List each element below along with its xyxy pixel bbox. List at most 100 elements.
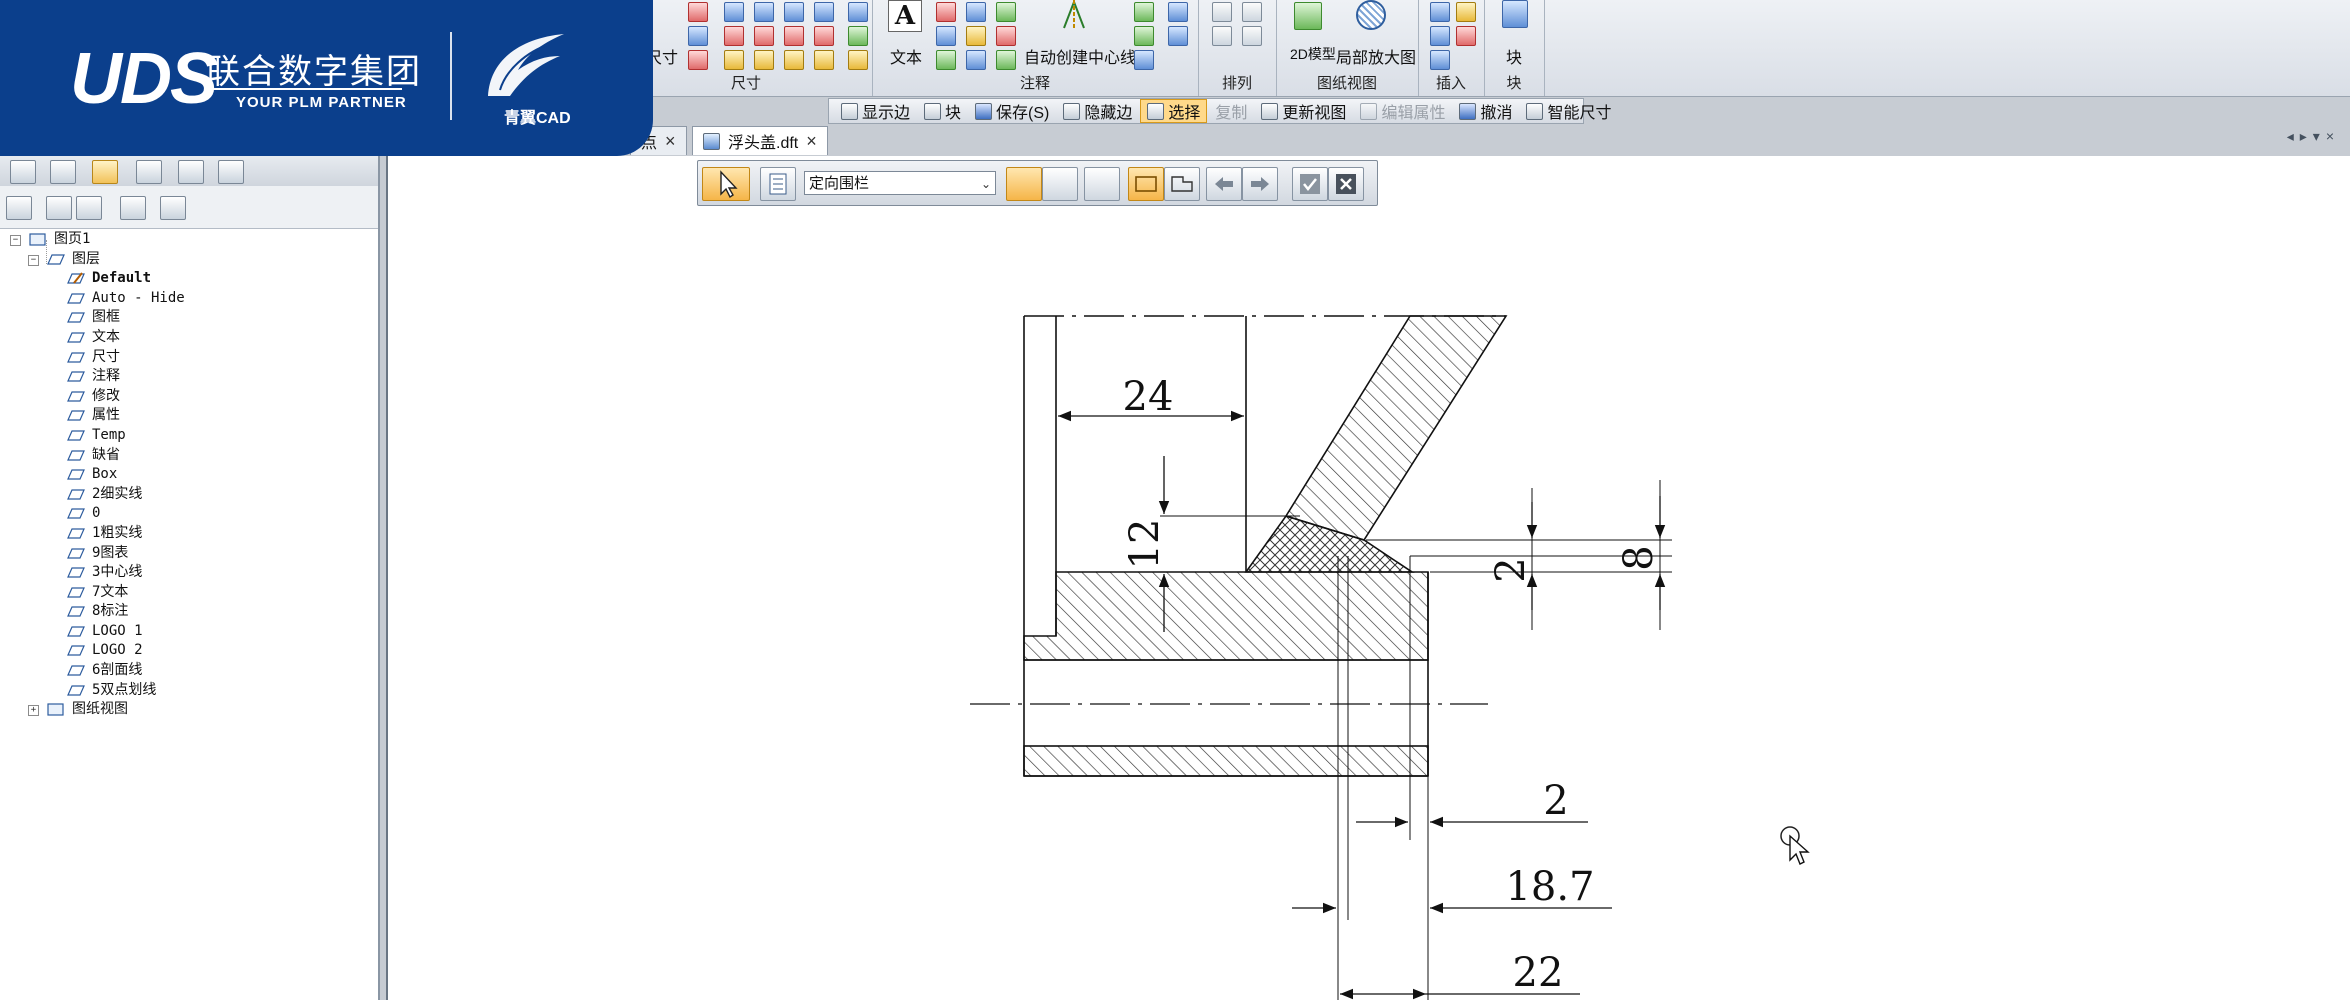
layer-icon — [67, 489, 85, 500]
select-options-button[interactable] — [760, 167, 796, 201]
layer-icon — [67, 430, 85, 441]
library-tab-icon[interactable] — [10, 160, 36, 184]
tree-item-layer[interactable]: 1粗实线 — [6, 524, 372, 544]
tree-item-label: 3中心线 — [92, 564, 143, 581]
logo-divider — [206, 88, 402, 90]
tree-item-label: 图层 — [72, 250, 100, 267]
diagonal-hatch-region[interactable] — [1284, 315, 1508, 541]
tree-item-layer[interactable]: 7文本 — [6, 583, 372, 603]
tree-item-layer[interactable]: 文本 — [6, 328, 372, 348]
tree-item-layer[interactable]: 8标注 — [6, 602, 372, 622]
tree-item-layer[interactable]: Temp — [6, 426, 372, 446]
expand-icon[interactable]: + — [28, 705, 39, 717]
fence-mode-dropdown[interactable]: 定向围栏 ⌄ — [804, 171, 996, 195]
tree-node-drawing-views[interactable]: + 图纸视图 — [6, 700, 372, 720]
tree-item-layer[interactable]: 注释 — [6, 367, 372, 387]
tree-node-sheet[interactable]: − 图页1 — [6, 230, 372, 250]
tree-item-label: 文本 — [92, 328, 120, 345]
layer-icon — [67, 567, 85, 578]
dimension-text[interactable]: 24 — [1123, 374, 1174, 420]
layer-filter-button[interactable] — [1042, 167, 1078, 201]
layer-icon — [67, 371, 85, 382]
close-icon — [1336, 174, 1356, 194]
brand-logo-banner: UDS 联合数字集团 YOUR PLM PARTNER 青翼CAD — [0, 0, 653, 156]
layer-icon — [67, 685, 85, 696]
collapse-icon[interactable]: − — [28, 254, 39, 266]
show-layer-icon[interactable] — [46, 196, 72, 220]
rectangle-fence-button[interactable] — [1128, 167, 1164, 201]
sheet-icon — [47, 703, 64, 716]
tree-item-label: 注释 — [92, 368, 120, 385]
layer-icon — [67, 508, 85, 519]
tree-item-label: Default — [92, 270, 152, 287]
layer-icon — [67, 410, 85, 421]
brand-tagline: YOUR PLM PARTNER — [236, 94, 407, 111]
select-tool-button[interactable] — [702, 167, 750, 201]
next-button[interactable] — [1242, 167, 1278, 201]
left-panel: − 图页1 − 图层 Default Auto - Hide 图框 文本 尺寸 注释 修改 属性 Tem… — [0, 156, 380, 1000]
previous-button[interactable] — [1206, 167, 1242, 201]
tree-item-layer[interactable]: 0 — [6, 504, 372, 524]
checkmark-icon — [1300, 174, 1320, 194]
polygon-icon — [1171, 176, 1193, 192]
polygon-fence-button[interactable] — [1164, 167, 1200, 201]
layer-icon — [67, 645, 85, 657]
layers-tab-icon[interactable] — [92, 160, 118, 184]
tree-item-layer[interactable]: 尺寸 — [6, 348, 372, 368]
tree-item-layer[interactable]: 5双点划线 — [6, 681, 372, 701]
new-layer-icon[interactable] — [6, 196, 32, 220]
tree-item-label: 0 — [92, 505, 101, 522]
layer-icon — [67, 449, 85, 461]
cancel-button[interactable] — [1328, 167, 1364, 201]
dimension-text[interactable]: 18.7 — [1505, 864, 1594, 910]
lower-hatch-region[interactable] — [1023, 745, 1429, 777]
tree-item-layer[interactable]: Default — [6, 269, 372, 289]
tree-item-layer[interactable]: 缺省 — [6, 446, 372, 466]
notes-tab-icon[interactable] — [218, 160, 244, 184]
pick-filter-button[interactable] — [1084, 167, 1120, 201]
tree-item-layer[interactable]: 图框 — [6, 308, 372, 328]
layer-icon — [67, 312, 85, 323]
help-tab-icon[interactable] — [136, 160, 162, 184]
dimension-text[interactable]: 2 — [1543, 778, 1568, 824]
logo-separator — [450, 32, 452, 120]
layer-icon — [67, 547, 85, 559]
move-layer-icon[interactable] — [120, 196, 146, 220]
accept-button[interactable] — [1292, 167, 1328, 201]
layer-select-button[interactable] — [1006, 167, 1042, 201]
tree-item-layer[interactable]: 修改 — [6, 387, 372, 407]
tree-connector — [46, 240, 47, 264]
tree-item-layer[interactable]: 属性 — [6, 406, 372, 426]
tree-item-layer[interactable]: Auto - Hide — [6, 289, 372, 309]
tree-item-layer[interactable]: 9图表 — [6, 544, 372, 564]
delete-layer-icon[interactable] — [160, 196, 186, 220]
tree-item-label: 属性 — [92, 407, 120, 424]
hide-layer-icon[interactable] — [76, 196, 102, 220]
tree-item-label: 缺省 — [92, 446, 120, 463]
dimension-text[interactable]: 22 — [1513, 950, 1564, 996]
tree-item-label: LOGO 1 — [92, 622, 143, 639]
layer-icon — [67, 528, 85, 539]
product-name: 青翼CAD — [504, 110, 571, 127]
arrow-left-icon — [1215, 177, 1233, 191]
tree-item-layer[interactable]: Box — [6, 465, 372, 485]
layer-icon — [67, 587, 85, 598]
body-hatch-region[interactable] — [1023, 571, 1429, 661]
tree-item-layer[interactable]: LOGO 2 — [6, 641, 372, 661]
tree-item-layer[interactable]: 3中心线 — [6, 563, 372, 583]
tree-item-layer[interactable]: LOGO 1 — [6, 622, 372, 642]
groups-tab-icon[interactable] — [50, 160, 76, 184]
arrow-right-icon — [1251, 177, 1269, 191]
layer-icon — [67, 606, 85, 617]
tree-node-layers[interactable]: − 图层 — [6, 250, 372, 270]
tree-item-layer[interactable]: 2细实线 — [6, 485, 372, 505]
layer-icon — [67, 626, 85, 637]
tree-item-label: 图纸视图 — [72, 701, 128, 718]
panel-tabs — [0, 156, 378, 187]
dimension-text[interactable]: 2 — [1488, 557, 1534, 582]
tree-item-layer[interactable]: 6剖面线 — [6, 661, 372, 681]
collapse-icon[interactable]: − — [10, 235, 21, 246]
notes-tab-icon[interactable] — [178, 160, 204, 184]
dimension-text[interactable]: 8 — [1616, 545, 1662, 570]
dimension-text[interactable]: 12 — [1122, 519, 1168, 570]
